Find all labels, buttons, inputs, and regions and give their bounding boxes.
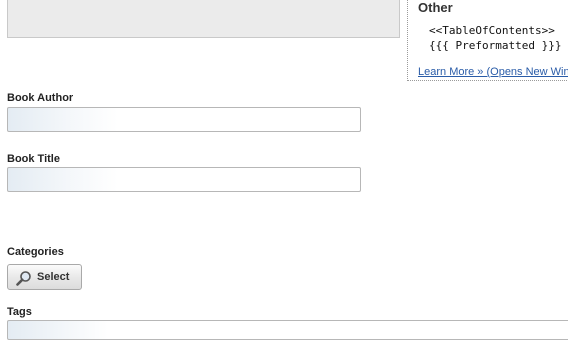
book-title-input[interactable] — [7, 167, 361, 192]
tags-label: Tags — [7, 306, 32, 318]
tags-input[interactable] — [7, 320, 568, 340]
content-textarea[interactable] — [7, 0, 400, 38]
learn-more-link[interactable]: Learn More » (Opens New Win — [418, 66, 568, 78]
book-author-input[interactable] — [7, 107, 361, 132]
book-title-label: Book Title — [7, 153, 60, 165]
help-heading: Other — [418, 0, 453, 15]
book-author-label: Book Author — [7, 92, 74, 104]
magnifier-icon — [16, 271, 31, 286]
select-button-label: Select — [37, 271, 70, 283]
select-categories-button[interactable]: Select — [7, 264, 82, 290]
code-example-toc: <<TableOfContents>> — [429, 24, 555, 37]
categories-label: Categories — [7, 246, 64, 258]
code-example-preformatted: {{{ Preformatted }}} — [429, 39, 562, 52]
